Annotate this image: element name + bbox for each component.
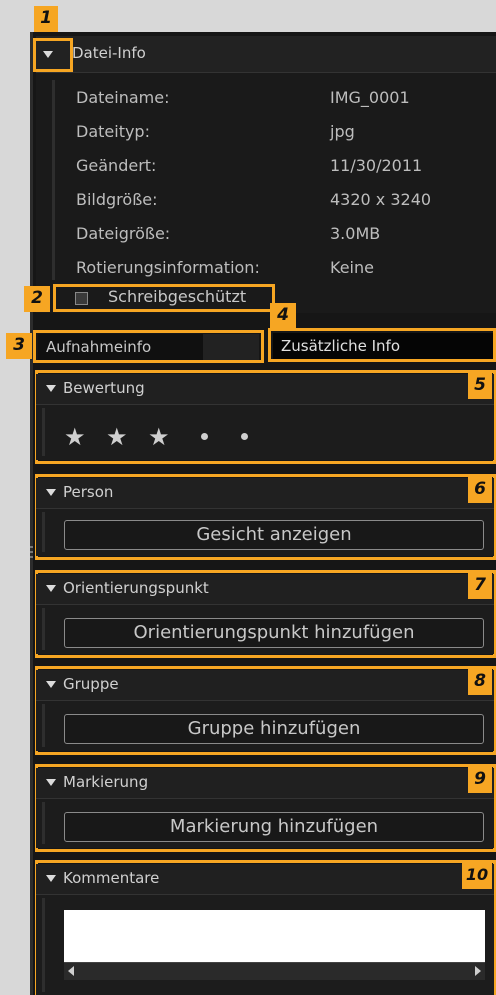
- tree-line: [42, 512, 45, 552]
- info-value-image-size: 4320 x 3240: [330, 190, 432, 209]
- rating-star-2[interactable]: ★: [106, 425, 128, 449]
- rating-header[interactable]: Bewertung: [36, 374, 494, 405]
- show-face-button[interactable]: Gesicht anzeigen: [64, 520, 484, 550]
- tree-line: [42, 898, 45, 992]
- scroll-right-icon[interactable]: [475, 966, 481, 976]
- person-title: Person: [63, 483, 114, 501]
- info-label-rotation: Rotierungsinformation:: [76, 258, 260, 277]
- comment-textarea[interactable]: [64, 910, 485, 962]
- tag-title: Markierung: [63, 773, 149, 791]
- callout-badge-7: 7: [468, 573, 492, 599]
- landmark-title: Orientierungspunkt: [63, 579, 209, 597]
- tree-line: [42, 608, 45, 650]
- callout-badge-4: 4: [270, 303, 296, 329]
- comments-header[interactable]: Kommentare: [36, 864, 494, 895]
- add-group-button[interactable]: Gruppe hinzufügen: [64, 714, 484, 744]
- resize-grip-dot: [30, 546, 33, 548]
- callout-badge-3: 3: [6, 333, 32, 359]
- callout-frame-1: [33, 38, 73, 72]
- landmark-section: Orientierungspunkt Orientierungspunkt hi…: [36, 574, 494, 654]
- tag-header[interactable]: Markierung: [36, 768, 494, 799]
- comments-title: Kommentare: [63, 869, 160, 887]
- resize-grip-dot: [30, 551, 33, 553]
- add-landmark-button[interactable]: Orientierungspunkt hinzufügen: [64, 618, 484, 648]
- write-protect-checkbox[interactable]: [75, 292, 88, 305]
- info-value-rotation: Keine: [330, 258, 374, 277]
- collapse-triangle-icon[interactable]: [46, 585, 56, 592]
- info-value-modified: 11/30/2011: [330, 156, 423, 175]
- person-header[interactable]: Person: [36, 478, 494, 509]
- file-info-title: Datei-Info: [72, 44, 146, 62]
- tab-capture-info-label: Aufnahmeinfo: [46, 338, 152, 356]
- rating-title: Bewertung: [63, 379, 145, 397]
- callout-badge-8: 8: [468, 669, 492, 695]
- rating-star-1[interactable]: ★: [64, 425, 86, 449]
- write-protect-label: Schreibgeschützt: [108, 287, 247, 306]
- tree-line: [42, 408, 45, 456]
- tab-spacer: [203, 334, 259, 360]
- file-info-header[interactable]: Datei-Info: [36, 36, 496, 73]
- info-value-filetype: jpg: [330, 122, 355, 141]
- horizontal-scrollbar[interactable]: [64, 962, 485, 980]
- rating-star-3[interactable]: ★: [148, 425, 170, 449]
- callout-badge-6: 6: [468, 477, 492, 503]
- callout-badge-9: 9: [468, 767, 492, 793]
- collapse-triangle-icon[interactable]: [46, 489, 56, 496]
- rating-section: Bewertung: [36, 374, 494, 460]
- info-value-file-size: 3.0MB: [330, 224, 381, 243]
- tag-section: Markierung Markierung hinzufügen: [36, 768, 494, 848]
- tree-line: [52, 80, 55, 280]
- add-tag-button[interactable]: Markierung hinzufügen: [64, 812, 484, 842]
- resize-grip-dot: [30, 556, 33, 558]
- rating-dot-4[interactable]: [201, 433, 208, 440]
- tree-line: [42, 704, 45, 747]
- tab-extra-info[interactable]: Zusätzliche Info: [273, 333, 493, 359]
- info-label-file-size: Dateigröße:: [76, 224, 171, 243]
- collapse-triangle-icon[interactable]: [46, 385, 56, 392]
- tab-extra-info-label: Zusätzliche Info: [281, 337, 401, 355]
- tree-line: [42, 802, 45, 844]
- landmark-header[interactable]: Orientierungspunkt: [36, 574, 494, 605]
- callout-badge-2: 2: [24, 286, 50, 312]
- group-section: Gruppe Gruppe hinzufügen: [36, 670, 494, 751]
- group-header[interactable]: Gruppe: [36, 670, 494, 701]
- collapse-triangle-icon[interactable]: [46, 681, 56, 688]
- collapse-triangle-icon[interactable]: [46, 875, 56, 882]
- callout-badge-10: 10: [462, 863, 492, 889]
- scroll-left-icon[interactable]: [68, 966, 74, 976]
- group-title: Gruppe: [63, 675, 119, 693]
- info-value-filename: IMG_0001: [330, 88, 410, 107]
- person-section: Person Gesicht anzeigen: [36, 478, 494, 556]
- panel-resize-edge[interactable]: [30, 32, 33, 995]
- callout-badge-5: 5: [468, 373, 492, 399]
- info-label-filetype: Dateityp:: [76, 122, 150, 141]
- callout-badge-1: 1: [34, 6, 58, 32]
- collapse-triangle-icon[interactable]: [46, 779, 56, 786]
- info-label-modified: Geändert:: [76, 156, 157, 175]
- info-label-filename: Dateiname:: [76, 88, 170, 107]
- info-label-image-size: Bildgröße:: [76, 190, 158, 209]
- rating-dot-5[interactable]: [241, 433, 248, 440]
- tab-capture-info[interactable]: Aufnahmeinfo: [38, 334, 203, 360]
